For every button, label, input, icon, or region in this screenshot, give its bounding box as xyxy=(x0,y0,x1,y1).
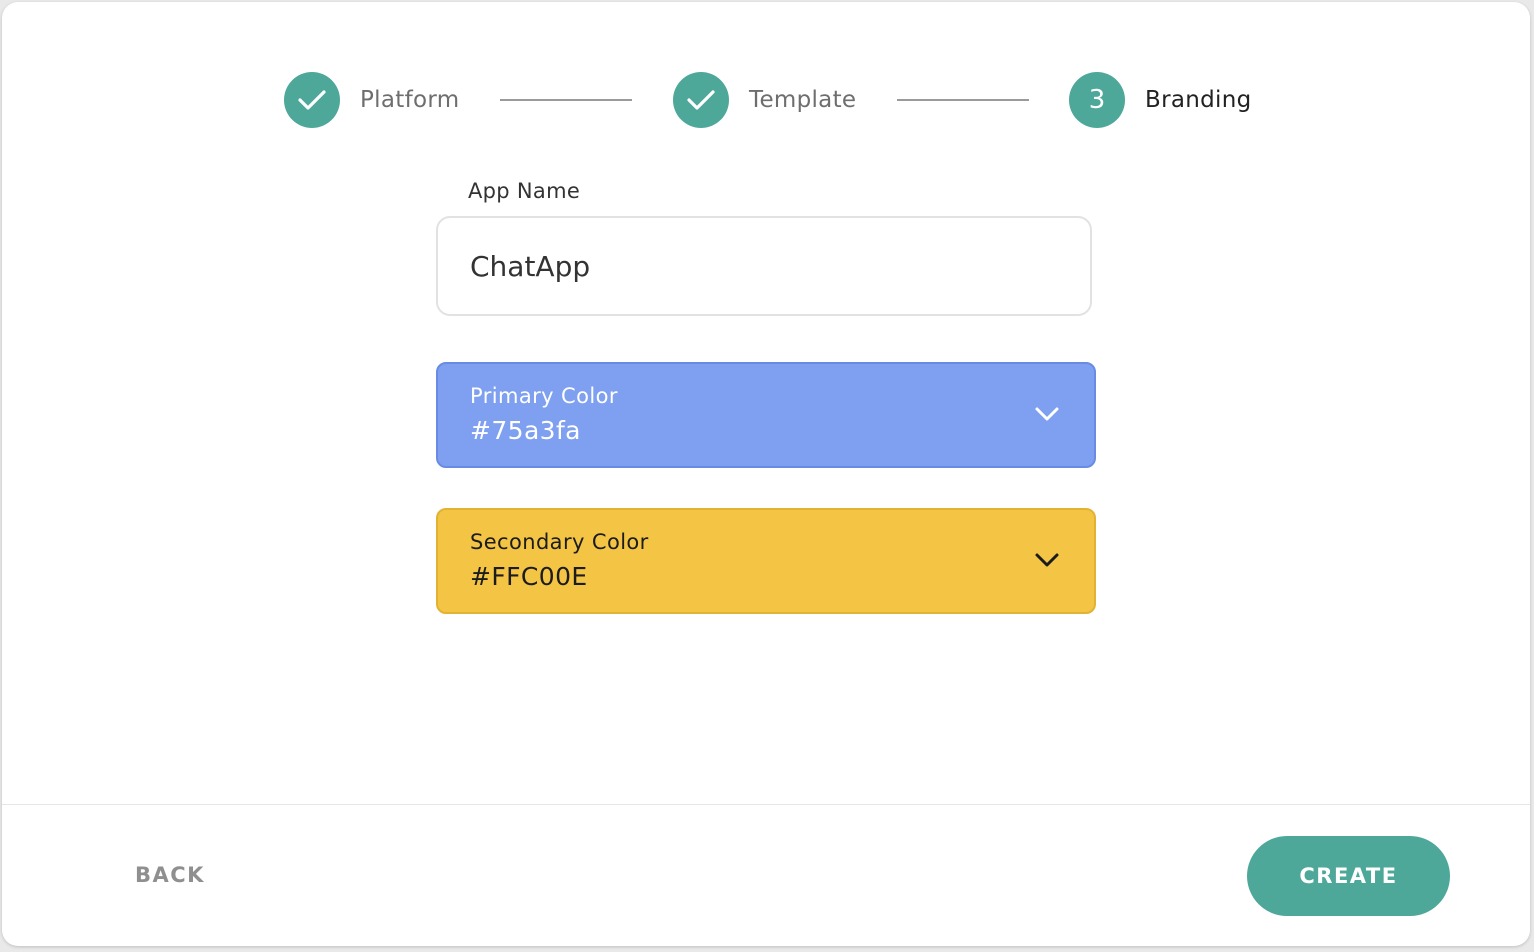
secondary-color-select[interactable]: Secondary Color #FFC00E xyxy=(436,508,1096,614)
step-connector xyxy=(500,99,632,101)
primary-color-label: Primary Color xyxy=(470,384,618,408)
secondary-color-label: Secondary Color xyxy=(470,530,649,554)
footer-divider xyxy=(2,804,1530,805)
create-button[interactable]: CREATE xyxy=(1247,836,1450,916)
step-template-complete-badge xyxy=(673,72,729,128)
step-label-template: Template xyxy=(749,87,857,113)
chevron-down-icon xyxy=(1035,407,1059,421)
step-branding-number-badge: 3 xyxy=(1069,72,1125,128)
step-connector xyxy=(897,99,1029,101)
chevron-down-icon xyxy=(1035,553,1059,567)
step-platform-complete-badge xyxy=(284,72,340,128)
checkmark-icon xyxy=(687,90,715,110)
checkmark-icon xyxy=(298,90,326,110)
branding-dialog: Platform Template 3 Branding App Name Pr… xyxy=(2,2,1530,946)
step-label-branding: Branding xyxy=(1145,87,1252,113)
secondary-color-value: #FFC00E xyxy=(470,562,588,591)
primary-color-select[interactable]: Primary Color #75a3fa xyxy=(436,362,1096,468)
back-button[interactable]: BACK xyxy=(120,852,220,898)
app-name-label: App Name xyxy=(468,179,581,203)
primary-color-value: #75a3fa xyxy=(470,416,581,445)
step-label-platform: Platform xyxy=(360,87,460,113)
app-name-input[interactable] xyxy=(436,216,1092,316)
